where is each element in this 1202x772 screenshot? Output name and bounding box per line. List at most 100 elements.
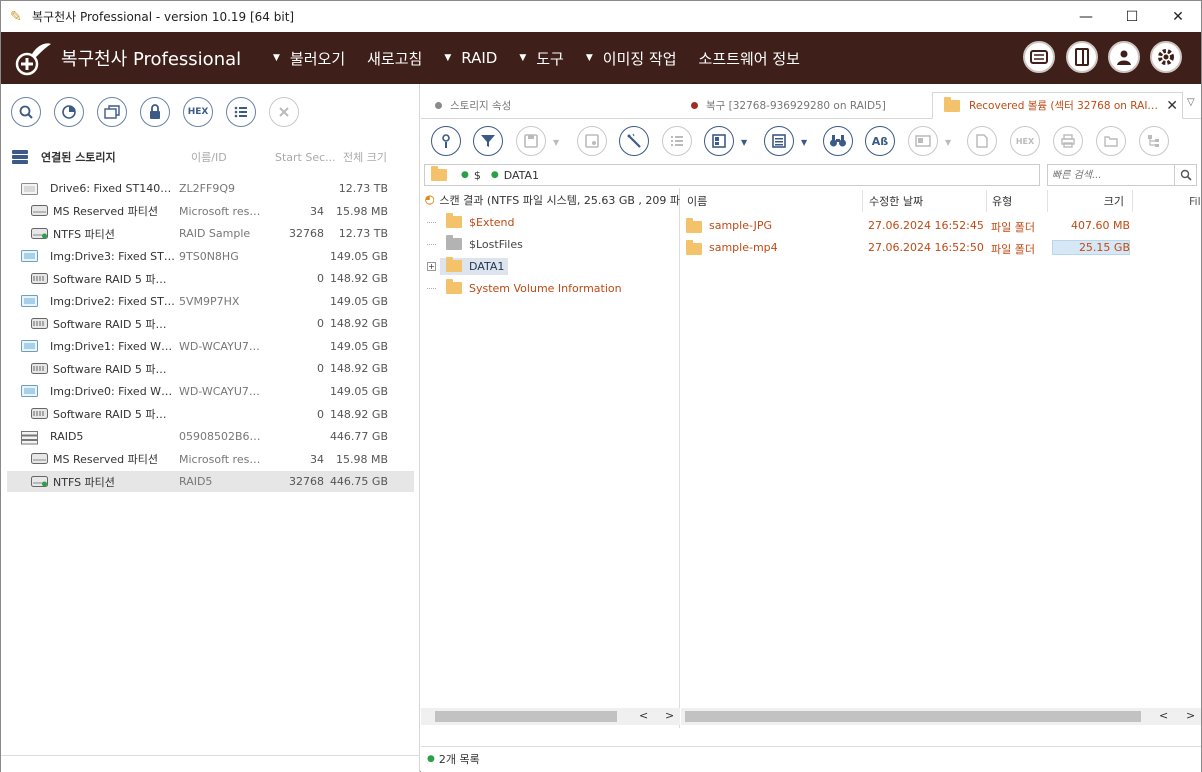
user-icon[interactable] — [1108, 41, 1140, 73]
tree-node[interactable]: $Extend — [427, 212, 519, 232]
save-settings-icon[interactable] — [577, 126, 607, 156]
storage-row[interactable]: Img:Drive0: Fixed WDC ...WD-WCAYU70... 14… — [7, 381, 414, 402]
scroll-left-icon[interactable]: < — [1159, 709, 1168, 722]
menu-load[interactable]: ▼ 불러오기 — [273, 48, 345, 69]
file-row[interactable]: sample-mp4 27.06.2024 16:52:50 파일 폴더 25.15 … — [681, 237, 1201, 259]
menu-refresh[interactable]: 새로고침 — [367, 48, 422, 69]
menu-tools[interactable]: ▼ 도구 — [519, 48, 564, 69]
dropdown-arrow-icon[interactable]: ▼ — [945, 138, 951, 147]
list-scrollbar[interactable]: < > — [681, 708, 1201, 725]
filter-icon[interactable] — [473, 126, 503, 156]
text-search-icon[interactable]: Aß — [865, 126, 895, 156]
info-icon[interactable] — [431, 126, 461, 156]
storage-row[interactable]: Img:Drive1: Fixed WDC ...WD-WCAYU70... 14… — [7, 336, 414, 357]
path-segment[interactable]: DATA1 — [504, 169, 539, 182]
storage-row[interactable]: Software RAID 5 파티션 0 148.92 GB — [7, 404, 414, 425]
search-icon[interactable] — [1174, 165, 1196, 185]
tree-node[interactable]: System Volume Information — [427, 278, 626, 298]
storage-row[interactable]: Drive6: Fixed ST14000N...ZL2FF9Q9 12.73 T… — [7, 178, 414, 199]
right-panel: 스토리지 속성 복구 [32768-936929280 on RAID5] Re… — [421, 84, 1201, 772]
storage-row[interactable]: RAID5 05908502B641... 446.77 GB — [7, 426, 414, 447]
tab-close-icon[interactable]: ✕ — [1166, 98, 1178, 114]
scroll-thumb[interactable] — [685, 711, 1141, 722]
col-size[interactable]: 크기 — [1051, 190, 1133, 212]
tab-recovered-volume[interactable]: Recovered 볼륨 (섹터 32768 on RAID... ✕ — [932, 92, 1183, 119]
storage-row[interactable]: MS Reserved 파티션 Microsoft rese... 34 15.98 … — [7, 201, 414, 222]
file-row[interactable]: sample-JPG 27.06.2024 16:52:45 파일 폴더 407.60… — [681, 215, 1201, 237]
tree-node-body[interactable]: $LostFiles — [440, 235, 527, 253]
storage-row[interactable]: NTFS 파티션 RAID Sample 32768 12.73 TB — [7, 223, 414, 244]
lock-icon[interactable] — [140, 97, 170, 127]
scroll-right-icon[interactable]: > — [1186, 709, 1195, 722]
menu-raid[interactable]: ▼ RAID — [444, 49, 497, 67]
hex-button[interactable]: HEX — [183, 97, 213, 127]
minimize-button[interactable]: — — [1063, 1, 1109, 32]
tree-node-body[interactable]: DATA1 — [440, 257, 509, 275]
expand-icon[interactable]: + — [427, 261, 436, 271]
col-name-id[interactable]: 이름/ID — [191, 149, 275, 165]
folder-icon — [686, 218, 702, 233]
menu-about[interactable]: 소프트웨어 정보 — [699, 48, 800, 69]
hex-view-icon[interactable]: HEX — [1010, 126, 1040, 156]
tab-overflow-icon[interactable]: ▽ — [1187, 97, 1195, 108]
col-total-size[interactable]: 전체 크기 — [343, 149, 387, 165]
tree-node[interactable]: + DATA1 — [427, 256, 509, 276]
scroll-left-icon[interactable]: < — [639, 709, 648, 722]
view-grid-icon[interactable] — [704, 126, 734, 156]
menu-imaging-label: 이미징 작업 — [602, 49, 677, 68]
storage-row[interactable]: Software RAID 5 파티션 0 148.92 GB — [7, 313, 414, 334]
col-extra[interactable]: Fil — [1189, 190, 1202, 212]
binoculars-icon[interactable] — [823, 126, 853, 156]
storage-row[interactable]: NTFS 파티션 RAID5 32768 446.75 GB — [7, 471, 414, 493]
dropdown-arrow-icon[interactable]: ▼ — [801, 138, 807, 147]
path-bar[interactable]: ● $ ● DATA1 — [424, 164, 1040, 186]
tree-node-body[interactable]: System Volume Information — [440, 279, 626, 297]
save-image-icon[interactable] — [97, 97, 127, 127]
tab-storage-properties[interactable]: 스토리지 속성 — [421, 92, 677, 119]
search-input[interactable] — [1052, 166, 1176, 184]
scroll-right-icon[interactable]: > — [665, 709, 674, 722]
tree-node[interactable]: $LostFiles — [427, 234, 527, 254]
list-icon[interactable] — [226, 97, 256, 127]
tab-recovery[interactable]: 복구 [32768-936929280 on RAID5] — [677, 92, 931, 119]
view-details-icon[interactable] — [764, 126, 794, 156]
col-modified[interactable]: 수정한 날짜 — [869, 190, 987, 212]
col-type[interactable]: 유형 — [992, 190, 1048, 212]
close-icon[interactable] — [269, 97, 299, 127]
folder-icon — [446, 257, 462, 272]
maximize-button[interactable]: ☐ — [1109, 1, 1155, 32]
menu-imaging[interactable]: ▼ 이미징 작업 — [586, 48, 677, 69]
quick-search — [1047, 164, 1197, 186]
tree-scrollbar[interactable]: < > — [421, 708, 680, 725]
folder-up-icon[interactable] — [1096, 126, 1126, 156]
preview-icon[interactable] — [908, 126, 938, 156]
storage-id: WD-WCAYU70... — [179, 384, 263, 398]
save-icon[interactable] — [516, 126, 546, 156]
gear-icon[interactable] — [1150, 41, 1182, 73]
checklist-icon[interactable] — [662, 126, 692, 156]
drive-icon[interactable] — [1023, 41, 1055, 73]
panel-icon[interactable] — [1066, 41, 1098, 73]
storage-row[interactable]: Software RAID 5 파티션 0 148.92 GB — [7, 358, 414, 379]
storage-row[interactable]: MS Reserved 파티션 Microsoft rese... 34 15.98 … — [7, 449, 414, 470]
magic-wand-icon[interactable] — [619, 126, 649, 156]
scan-icon[interactable] — [54, 97, 84, 127]
tree-icon[interactable] — [1139, 126, 1169, 156]
scroll-thumb[interactable] — [435, 711, 617, 722]
storage-row[interactable]: Img:Drive2: Fixed ST31... 5VM9P7HX 149.05 … — [7, 291, 414, 312]
col-name[interactable]: 이름 — [687, 190, 863, 212]
close-button[interactable]: ✕ — [1155, 1, 1201, 32]
storage-row[interactable]: Img:Drive3: Fixed ST31... 9TS0N8HG 149.05 … — [7, 246, 414, 267]
dropdown-arrow-icon[interactable]: ▼ — [741, 138, 747, 147]
storage-name: RAID5 — [50, 430, 84, 444]
dropdown-arrow-icon[interactable]: ▼ — [553, 138, 559, 147]
file-icon[interactable] — [967, 126, 997, 156]
tree-root[interactable]: 스캔 결과 (NTFS 파일 시스템, 25.63 GB , 209 파 — [425, 190, 680, 210]
tree-node-body[interactable]: $Extend — [440, 213, 519, 231]
storage-row[interactable]: Software RAID 5 파티션 0 148.92 GB — [7, 268, 414, 289]
search-icon[interactable] — [11, 97, 41, 127]
path-segment[interactable]: $ — [474, 169, 481, 182]
print-icon[interactable] — [1053, 126, 1083, 156]
col-start-sector[interactable]: Start Sec... — [275, 151, 343, 164]
storage-size: 149.05 GB — [329, 339, 388, 353]
